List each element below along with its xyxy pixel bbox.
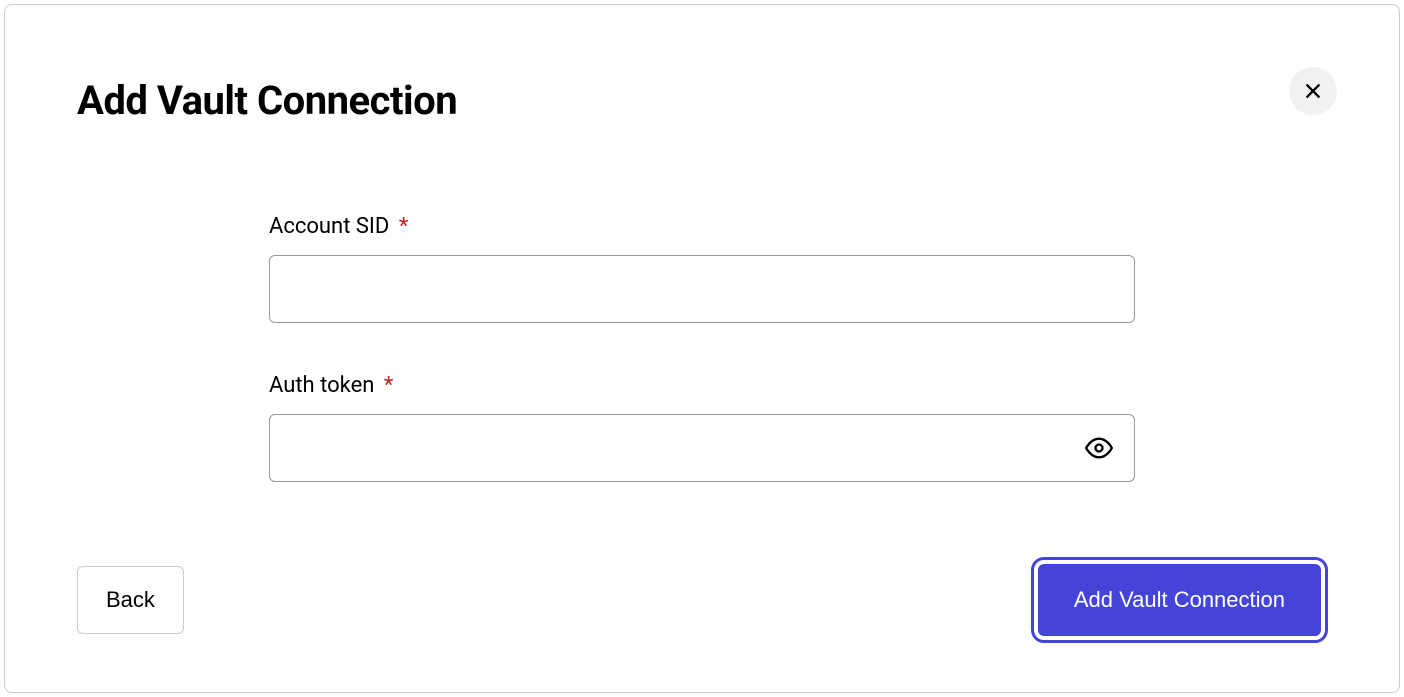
close-button[interactable] bbox=[1289, 67, 1337, 115]
auth-token-group: Auth token * bbox=[269, 373, 1135, 482]
back-button[interactable]: Back bbox=[77, 566, 184, 634]
auth-token-label-text: Auth token bbox=[269, 373, 374, 398]
account-sid-input-wrapper bbox=[269, 255, 1135, 323]
account-sid-group: Account SID * bbox=[269, 214, 1135, 323]
modal-footer: Back Add Vault Connection bbox=[77, 564, 1327, 636]
modal-title: Add Vault Connection bbox=[77, 77, 457, 124]
close-icon bbox=[1302, 80, 1324, 102]
account-sid-label-text: Account SID bbox=[269, 214, 389, 239]
auth-token-label: Auth token * bbox=[269, 373, 1135, 398]
eye-icon bbox=[1085, 434, 1113, 462]
show-password-button[interactable] bbox=[1081, 430, 1117, 466]
auth-token-input[interactable] bbox=[269, 414, 1135, 482]
required-indicator: * bbox=[384, 373, 393, 398]
account-sid-label: Account SID * bbox=[269, 214, 1135, 239]
modal-header: Add Vault Connection bbox=[77, 77, 1327, 124]
required-indicator: * bbox=[399, 214, 408, 239]
add-vault-connection-button[interactable]: Add Vault Connection bbox=[1038, 564, 1321, 636]
add-vault-connection-modal: Add Vault Connection Account SID * Auth … bbox=[4, 4, 1400, 693]
form-body: Account SID * Auth token * bbox=[77, 214, 1327, 532]
account-sid-input[interactable] bbox=[269, 255, 1135, 323]
auth-token-input-wrapper bbox=[269, 414, 1135, 482]
